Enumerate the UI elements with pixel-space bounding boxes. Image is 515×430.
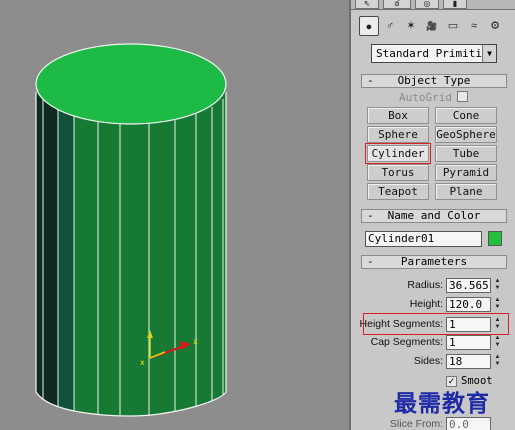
svg-text:x: x [193,337,198,346]
create-tab-icon[interactable]: ⇖ [355,0,379,9]
helpers-icon[interactable]: ▭ [443,16,463,36]
motion-tab-icon[interactable]: ◎ [415,0,439,9]
height-label: Height: [409,298,443,310]
plane-button[interactable]: Plane [435,183,497,200]
object-name-field[interactable]: Cylinder01 [365,231,482,247]
autogrid-checkbox[interactable] [457,91,468,102]
utilities-tab-icon[interactable]: ▮ [443,0,467,9]
object-color-swatch[interactable] [488,231,502,246]
height-field[interactable]: 120.0 [446,297,491,312]
cylinder-highlight-box [365,143,431,164]
svg-text:x: x [140,358,145,367]
primitive-type-dropdown[interactable]: Standard Primitiv ▼ [371,44,497,63]
collapse-icon: - [367,74,374,87]
cylinder-shadow-band-2 [58,110,74,411]
radius-spinner[interactable]: ▲ ▼ [493,278,502,293]
slice-from-field[interactable]: 0.0 [446,417,491,430]
cap-segments-spinner[interactable]: ▲ ▼ [493,335,502,350]
spacewarps-icon[interactable]: ≈ [464,16,484,36]
box-button[interactable]: Box [367,107,429,124]
radius-label: Radius: [407,279,443,291]
command-panel: ⇖ ఠ ◎ ▮ ● ♂ ✶ 🎥 ▭ ≈ ⚙ Standard Primitiv … [349,0,515,430]
cylinder-top-cap[interactable] [35,43,227,125]
tube-button[interactable]: Tube [435,145,497,162]
rollout-title: Object Type [397,74,471,87]
cone-button[interactable]: Cone [435,107,497,124]
sides-spinner[interactable]: ▲ ▼ [493,354,502,369]
geometry-icon[interactable]: ● [359,16,379,36]
cap-segments-label: Cap Segments: [370,336,443,348]
height-spinner[interactable]: ▲ ▼ [493,297,502,312]
cylinder-shadow-band [36,92,58,407]
perspective-viewport[interactable]: x x [0,0,349,430]
object-type-rollout-header[interactable]: - Object Type [361,74,507,88]
cameras-icon[interactable]: 🎥 [422,16,442,36]
rollout-title: Parameters [400,255,468,268]
lights-icon[interactable]: ✶ [401,16,421,36]
category-toolbar: ● ♂ ✶ 🎥 ▭ ≈ ⚙ [359,16,513,38]
collapse-icon: - [367,255,374,268]
dropdown-value: Standard Primitiv [376,47,489,60]
pyramid-button[interactable]: Pyramid [435,164,497,181]
systems-icon[interactable]: ⚙ [485,16,505,36]
parameters-rollout-header[interactable]: - Parameters [361,255,507,269]
height-segments-highlight-box [363,313,509,335]
collapse-icon: - [367,209,374,222]
viewport-canvas[interactable]: x x [0,0,349,430]
radius-field[interactable]: 36.565 [446,278,491,293]
sphere-button[interactable]: Sphere [367,126,429,143]
modify-tab-icon[interactable]: ఠ [383,0,411,9]
shapes-icon[interactable]: ♂ [380,16,400,36]
panel-tab-strip: ⇖ ఠ ◎ ▮ [351,0,515,10]
sides-label: Sides: [413,355,443,367]
slice-from-label: Slice From: [389,418,443,430]
watermark-text: 最需教育 [394,390,490,417]
cap-segments-field[interactable]: 1 [446,335,491,350]
chevron-down-icon[interactable]: ▼ [482,45,496,62]
rollout-title: Name and Color [387,209,481,222]
teapot-button[interactable]: Teapot [367,183,429,200]
torus-button[interactable]: Torus [367,164,429,181]
geosphere-button[interactable]: GeoSphere [435,126,497,143]
autogrid-label: AutoGrid [399,91,452,104]
sides-field[interactable]: 18 [446,354,491,369]
name-color-rollout-header[interactable]: - Name and Color [361,209,507,223]
